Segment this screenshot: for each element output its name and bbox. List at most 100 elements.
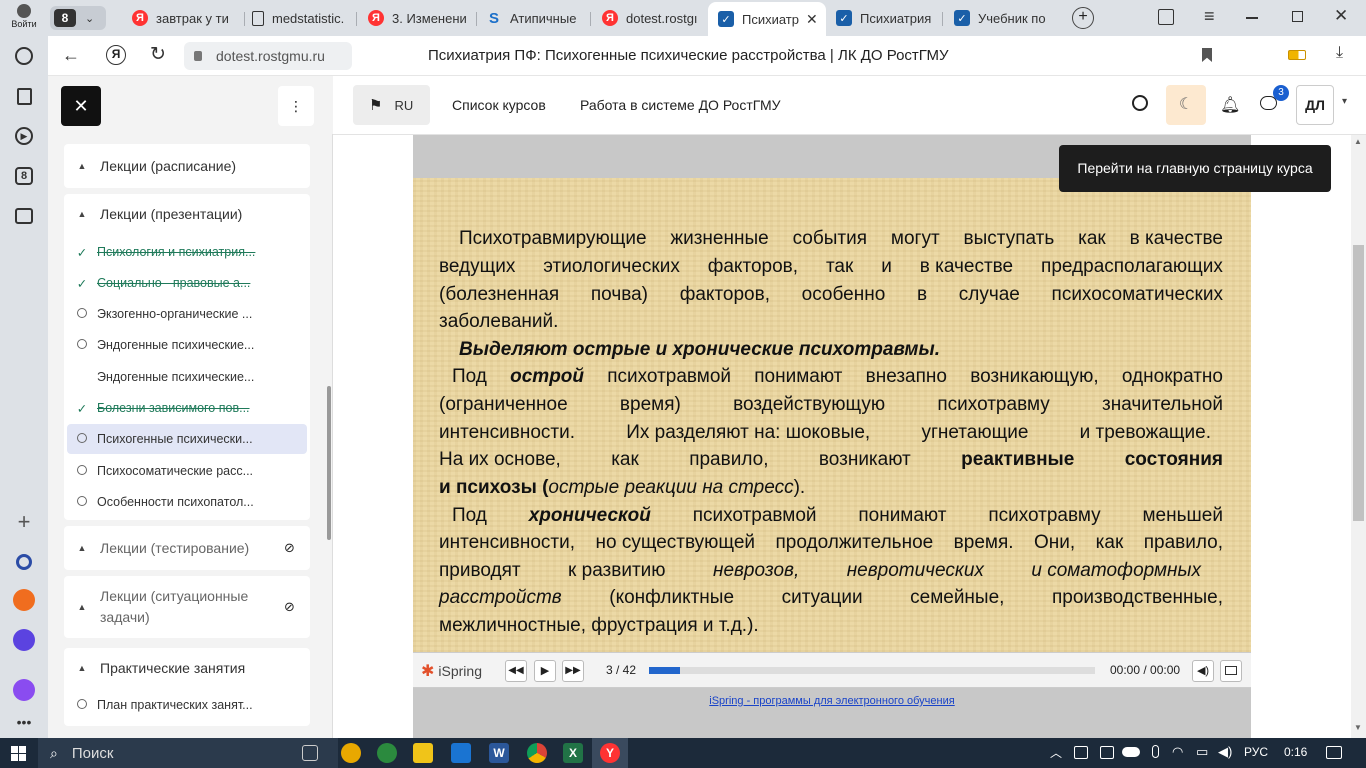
- bell-icon[interactable]: 🔔︎: [1220, 95, 1240, 115]
- play-button[interactable]: ▶: [534, 660, 556, 682]
- clock[interactable]: 0:16: [1284, 745, 1307, 759]
- activity-item[interactable]: Экзогенно-органические ...: [67, 299, 307, 329]
- browser-app-icon[interactable]: [341, 743, 361, 763]
- chevron-down-icon[interactable]: ▾: [1342, 96, 1347, 107]
- browser-tab[interactable]: medstatistic.: [252, 4, 352, 32]
- forward-button[interactable]: ▶▶: [562, 660, 584, 682]
- moodle-icon: ✓: [954, 10, 970, 26]
- browser-tab[interactable]: S Атипичные: [486, 4, 584, 32]
- word-icon[interactable]: W: [489, 743, 509, 763]
- browser-tab[interactable]: ✓ Учебник по: [954, 4, 1058, 32]
- rewind-button[interactable]: ◀◀: [505, 660, 527, 682]
- play-icon[interactable]: ▶: [12, 124, 36, 148]
- reload-icon[interactable]: ↻: [150, 43, 166, 66]
- menu-icon[interactable]: ≡: [1204, 6, 1215, 27]
- search-icon[interactable]: [1132, 95, 1148, 111]
- minimize-icon[interactable]: [1246, 17, 1258, 19]
- history-icon[interactable]: [12, 44, 36, 68]
- wifi-icon[interactable]: ◠: [1172, 744, 1183, 760]
- dark-mode-icon[interactable]: ☾: [1166, 85, 1206, 125]
- activity-item-current[interactable]: Психогенные психически...: [67, 424, 307, 454]
- microphone-icon[interactable]: [1152, 745, 1159, 758]
- goto-course-button[interactable]: Перейти на главную страницу курса: [1059, 145, 1331, 192]
- activity-item[interactable]: ✓ Болезни зависимого пов...: [67, 393, 307, 423]
- network-app-icon[interactable]: [1074, 746, 1088, 759]
- activity-item[interactable]: Эндогенные психические...: [67, 362, 307, 392]
- close-icon[interactable]: ✕: [806, 11, 818, 28]
- alice-icon[interactable]: [12, 550, 36, 574]
- yandex-browser-icon[interactable]: Y: [600, 743, 620, 763]
- explorer-icon[interactable]: [413, 743, 433, 763]
- fox-app-icon[interactable]: [12, 588, 36, 612]
- tab-groups-button[interactable]: 8 ⌄: [50, 6, 106, 30]
- mail-icon[interactable]: [451, 743, 471, 763]
- expand-icon[interactable]: ▲: [64, 663, 100, 673]
- scroll-down-icon[interactable]: ▼: [1354, 723, 1362, 732]
- nav-do-system[interactable]: Работа в системе ДО РостГМУ: [580, 97, 781, 113]
- expand-icon[interactable]: ▲: [64, 209, 100, 219]
- section-lectures-cases[interactable]: ▲ Лекции (ситуационные задачи) ⊘: [64, 586, 310, 628]
- messenger-icon[interactable]: [12, 628, 36, 652]
- alice-app-icon[interactable]: [12, 678, 36, 702]
- add-icon[interactable]: +: [12, 509, 36, 534]
- progress-bar[interactable]: [649, 667, 1095, 674]
- expand-icon[interactable]: ▲: [64, 161, 100, 171]
- excel-icon[interactable]: X: [563, 743, 583, 763]
- browser-tab[interactable]: Язавтрак у ти: [132, 4, 240, 32]
- drawer-scrollbar[interactable]: [327, 386, 331, 540]
- taskbar-search[interactable]: ⌕ Поиск: [38, 738, 338, 768]
- more-icon[interactable]: •••: [12, 710, 36, 734]
- section-lectures-schedule[interactable]: ▲ Лекции (расписание): [64, 146, 310, 186]
- windows-start-icon[interactable]: [11, 746, 26, 761]
- ispring-footer-link[interactable]: iSpring - программы для электронного обу…: [413, 695, 1251, 707]
- restore-icon[interactable]: [1292, 11, 1303, 22]
- expand-icon[interactable]: ▲: [64, 543, 100, 553]
- task-view-icon[interactable]: [302, 745, 318, 761]
- chrome-icon[interactable]: [527, 743, 547, 763]
- user-avatar[interactable]: ДЛ: [1296, 85, 1334, 125]
- close-window-icon[interactable]: ✕: [1334, 6, 1348, 26]
- collections-icon[interactable]: [1158, 9, 1174, 25]
- browser-tab-active[interactable]: ✓ Психиатр ✕: [708, 2, 826, 36]
- notifications-icon[interactable]: [1326, 746, 1342, 759]
- section-lectures-testing[interactable]: ▲ Лекции (тестирование) ⊘: [64, 528, 310, 568]
- expand-icon[interactable]: ▲: [64, 602, 100, 612]
- volume-icon[interactable]: ◀): [1192, 660, 1214, 682]
- browser-tab[interactable]: Я 3. Изменени: [368, 4, 472, 32]
- kebab-menu-icon[interactable]: ⋮: [278, 86, 314, 126]
- cloud-icon[interactable]: [1122, 747, 1140, 757]
- screenshot-icon[interactable]: [12, 204, 36, 228]
- fullscreen-icon[interactable]: [1220, 660, 1242, 682]
- new-tab-icon[interactable]: +: [1072, 7, 1094, 29]
- activity-item[interactable]: Эндогенные психические...: [67, 330, 307, 360]
- edge-icon[interactable]: [377, 743, 397, 763]
- page-scrollbar[interactable]: ▲ ▼: [1351, 135, 1366, 738]
- volume-icon[interactable]: ◀): [1218, 744, 1232, 760]
- activity-item[interactable]: Психосоматические расс...: [67, 456, 307, 486]
- profile-button[interactable]: Войти: [6, 2, 42, 34]
- bookmark-icon[interactable]: [1202, 48, 1212, 62]
- collections-icon[interactable]: [12, 84, 36, 108]
- tray-app-icon[interactable]: [1100, 746, 1114, 759]
- browser-tab[interactable]: ✓ Психиатрия: [836, 4, 936, 32]
- back-icon[interactable]: ←: [62, 45, 80, 66]
- activity-item[interactable]: Особенности психопатол...: [67, 487, 307, 517]
- language-button[interactable]: ⚑ RU: [353, 85, 430, 125]
- battery-status-icon[interactable]: ▭: [1196, 744, 1208, 760]
- activity-item[interactable]: ✓ Социально - правовые а...: [67, 268, 307, 298]
- section-lectures-presentations[interactable]: ▲ Лекции (презентации): [64, 194, 310, 234]
- yandex-icon[interactable]: Я: [106, 45, 126, 65]
- browser-tab[interactable]: Яdotest.rostgı: [602, 4, 702, 32]
- scrollbar-thumb[interactable]: [1353, 245, 1364, 521]
- input-language[interactable]: РУС: [1244, 745, 1268, 759]
- url-field[interactable]: dotest.rostgmu.ru: [184, 42, 352, 70]
- activity-item[interactable]: План практических занят...: [67, 690, 307, 720]
- download-icon[interactable]: ⤓: [1336, 44, 1343, 62]
- section-practical[interactable]: ▲ Практические занятия: [64, 648, 310, 688]
- activity-item[interactable]: ✓ Психология и психиатрия...: [67, 237, 307, 267]
- close-drawer-button[interactable]: ✕: [61, 86, 101, 126]
- tab-counter-icon[interactable]: 8: [12, 164, 36, 188]
- nav-course-list[interactable]: Список курсов: [452, 97, 546, 113]
- chevron-up-icon[interactable]: ︿: [1050, 744, 1062, 761]
- scroll-up-icon[interactable]: ▲: [1354, 137, 1362, 146]
